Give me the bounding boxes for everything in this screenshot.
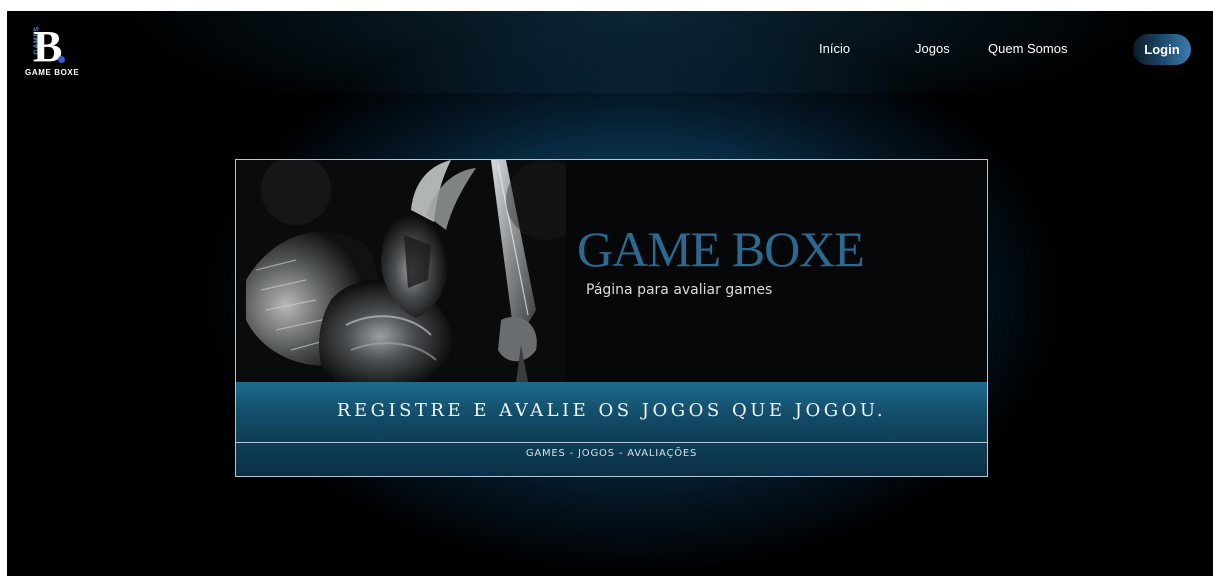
nav-link-quem-somos[interactable]: Quem Somos [988,41,1067,56]
slogan-strip: REGISTRE E AVALIE OS JOGOS QUE JOGOU. [236,382,987,442]
login-button[interactable]: Login [1133,34,1191,65]
logo-name: GAME BOXE [25,68,80,77]
banner-tagline: GAMES - JOGOS - AVALIAÇÕES [525,448,698,459]
top-navbar: GAMES B GAME BOXE Início Jogos Quem Somo… [7,11,1213,93]
page: GAMES B GAME BOXE Início Jogos Quem Somo… [7,11,1213,576]
nav-link-jogos[interactable]: Jogos [915,41,950,56]
nav-link-inicio[interactable]: Início [819,41,850,56]
tagline-band: GAMES - JOGOS - AVALIAÇÕES [236,443,987,476]
hero-banner: GAME BOXE Página para avaliar games REGI… [235,159,988,477]
logo-dot [58,56,65,63]
banner-subtitle: Página para avaliar games [586,282,773,298]
banner-title: GAME BOXE [577,221,865,277]
banner-hero: GAME BOXE Página para avaliar games [236,160,987,382]
logo-letter: B [33,22,63,71]
site-logo[interactable]: GAMES B GAME BOXE [25,25,95,85]
knight-art-icon [236,160,566,382]
banner-slogan: REGISTRE E AVALIE OS JOGOS QUE JOGOU. [336,400,887,421]
